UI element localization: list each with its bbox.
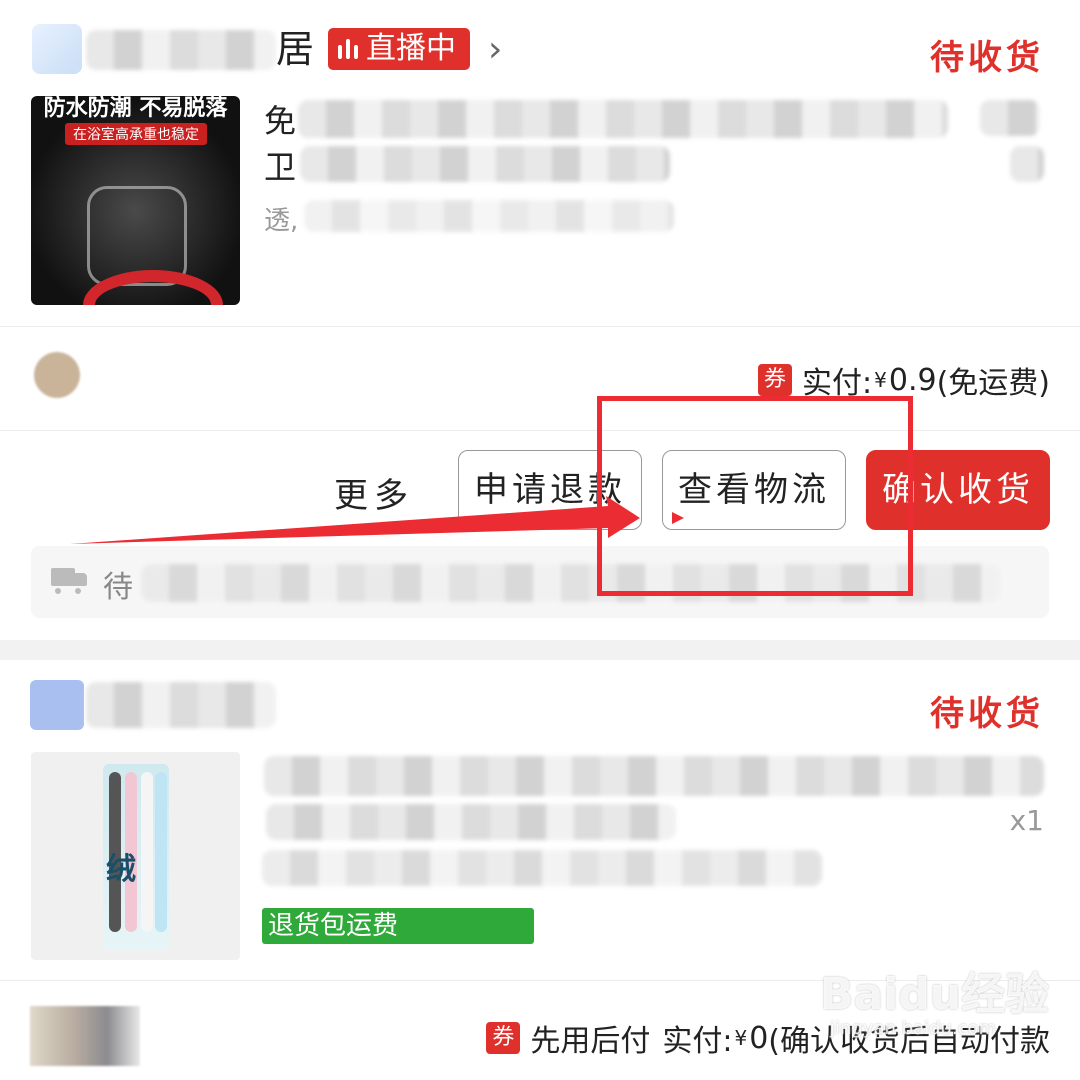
baidu-jingyan-watermark: Baidu经验 jingyan.baidu.com [820, 969, 1050, 1039]
divider [0, 430, 1080, 431]
product-title[interactable]: 免 卫 [264, 98, 296, 190]
coupon-icon: 券 [486, 1022, 521, 1054]
currency: ¥ [734, 1026, 748, 1050]
redacted-spec [304, 200, 674, 232]
redacted-title-2 [266, 804, 676, 840]
shop-name[interactable]: 居 [276, 26, 314, 72]
product-title-line1: 免 [264, 102, 297, 140]
free-return-badge: 退货包运费 [262, 908, 534, 944]
redacted-shop-name [86, 30, 276, 70]
redacted-title-1 [298, 100, 948, 138]
redacted-title-3 [980, 100, 1040, 136]
pay-later-label: 先用后付 [530, 1024, 651, 1059]
shop-logo[interactable] [30, 680, 84, 730]
brush-graphic [141, 772, 153, 932]
product-spec: 透, [264, 206, 299, 236]
redacted-title-2 [300, 146, 670, 182]
truck-icon [51, 568, 87, 596]
avatar [34, 352, 80, 398]
order-status: 待收货 [930, 38, 1044, 78]
order-status: 待收货 [930, 694, 1044, 734]
live-bars-icon [338, 39, 358, 59]
coupon-icon: 券 [758, 364, 793, 396]
avatar [30, 1006, 140, 1066]
image-subcaption: 在浴室高承重也稳定 [65, 123, 207, 145]
paid-label: 实付: [662, 1024, 733, 1059]
product-image[interactable]: 绒 [31, 752, 240, 960]
image-caption: 防水防潮 不易脱落 [43, 96, 228, 121]
more-button[interactable]: 更多 [334, 468, 414, 517]
image-caption: 绒 [106, 852, 136, 887]
annotation-highlight-box [597, 396, 913, 596]
paid-note: (免运费) [936, 366, 1050, 401]
redacted-shop-name [86, 682, 276, 728]
order-card-1: 居 直播中 › 待收货 防水防潮 不易脱落 在浴室高承重也稳定 免 卫 透, 券… [0, 0, 1080, 640]
paid-amount: 0.9 [888, 362, 937, 398]
shop-logo[interactable] [32, 24, 82, 74]
quantity: x1 [1009, 804, 1044, 837]
redacted-spec [262, 850, 822, 886]
currency: ¥ [874, 368, 887, 392]
divider [0, 326, 1080, 327]
product-title-line2: 卫 [264, 148, 297, 186]
live-label: 直播中 [366, 31, 456, 66]
logistics-text: 待 [103, 570, 133, 605]
live-badge[interactable]: 直播中 [328, 28, 470, 70]
product-image[interactable]: 防水防潮 不易脱落 在浴室高承重也稳定 [31, 96, 240, 305]
redacted-title-4 [1010, 146, 1044, 182]
brush-graphic [155, 772, 167, 932]
paid-amount: 0 [749, 1020, 769, 1056]
redacted-title-1 [264, 756, 1044, 796]
chevron-right-icon[interactable]: › [488, 30, 502, 70]
